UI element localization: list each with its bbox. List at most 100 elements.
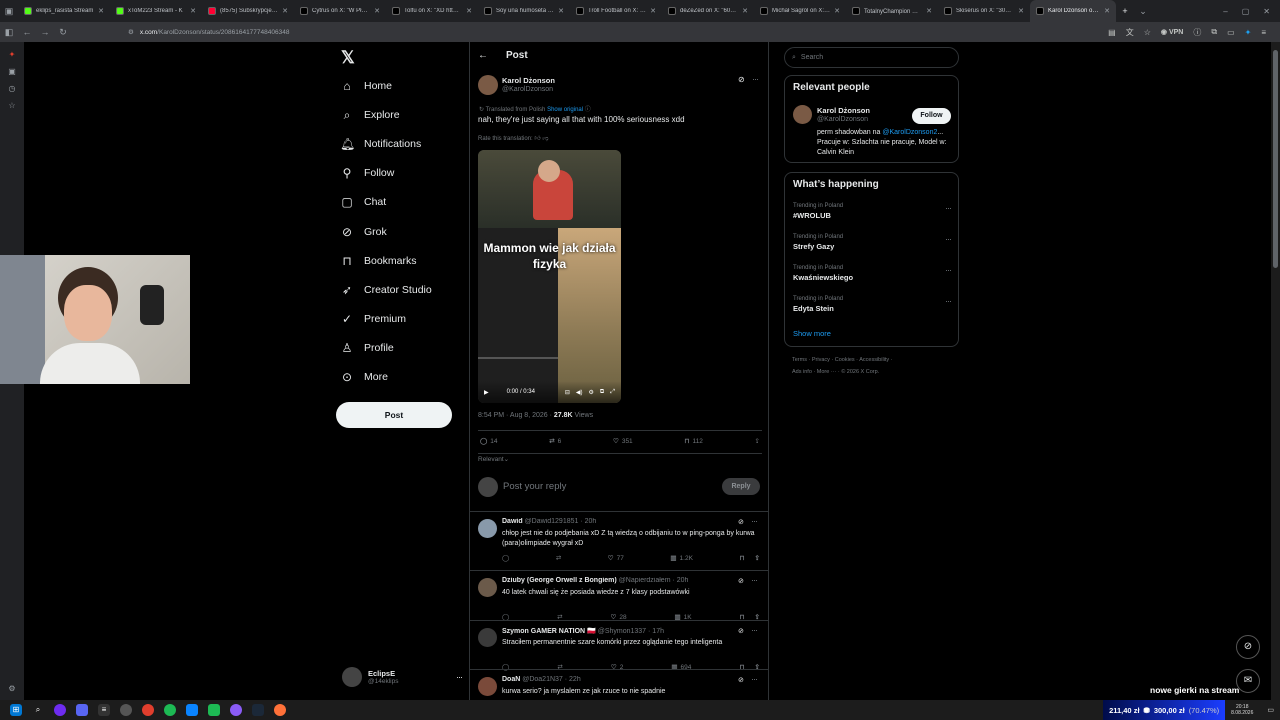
taskbar-search-icon[interactable]: ⌕ xyxy=(32,704,44,716)
browser-tab[interactable]: Tolfu on X: "XD https://t ✕ xyxy=(386,0,478,22)
sparkle-icon[interactable]: ✦ xyxy=(7,50,17,60)
tab-close-icon[interactable]: ✕ xyxy=(558,7,564,15)
info-icon[interactable]: ⓘ xyxy=(1193,27,1201,38)
reply-author[interactable]: Szymon GAMER NATION 🇵🇱 xyxy=(502,628,596,635)
tab-close-icon[interactable]: ✕ xyxy=(926,7,932,15)
tab-close-icon[interactable]: ✕ xyxy=(1104,7,1110,15)
author-name[interactable]: Karol Dżonson xyxy=(502,76,555,85)
side-settings-icon[interactable]: ⚙ xyxy=(7,684,17,694)
obs-icon[interactable] xyxy=(142,704,154,716)
messages-float-icon[interactable]: ✉ xyxy=(1236,669,1260,693)
sidebar-item-more[interactable]: ⊙ More xyxy=(340,370,388,384)
sidebar-item-profile[interactable]: ♙ Profile xyxy=(340,341,394,355)
notification-center-icon[interactable]: ▭ xyxy=(1267,706,1274,714)
footer-links-2[interactable]: Ads info · More ··· · © 2026 X Corp. xyxy=(792,369,879,375)
reply-author[interactable]: Dziuby (George Orwell z Bongiem) xyxy=(502,577,617,584)
site-info-icon[interactable]: ⚙ xyxy=(128,29,134,36)
reply-avatar[interactable] xyxy=(478,628,497,647)
video-settings-icon[interactable]: ⚙ xyxy=(589,389,594,396)
repost-action[interactable]: ⇄ 6 xyxy=(549,437,561,446)
author-handle[interactable]: @KarolDzonson xyxy=(502,86,553,93)
pip-icon[interactable]: ⧉ xyxy=(600,389,604,396)
fullscreen-icon[interactable]: ⤢ xyxy=(610,389,615,396)
extensions-icon[interactable]: ⧉ xyxy=(1211,27,1217,37)
reply-time[interactable]: · 22h xyxy=(565,676,581,683)
like-action[interactable]: ♡ 351 xyxy=(613,437,633,446)
grok-float-icon[interactable]: ⊘ xyxy=(1236,635,1260,659)
tweet-video[interactable]: Mammon wie jak działa fizyka ▶ 0:00 / 0:… xyxy=(478,150,621,403)
window-close-icon[interactable]: ✕ xyxy=(1263,7,1270,16)
thumbs-down-icon[interactable]: 👎︎ xyxy=(542,136,548,142)
reply-bookmark-icon[interactable]: ⊓ xyxy=(739,554,744,562)
browser-tab[interactable]: Karol Dżonson on X ✕ xyxy=(1030,0,1116,22)
account-more-icon[interactable]: ··· xyxy=(456,672,463,682)
tab-close-icon[interactable]: ✕ xyxy=(650,7,656,15)
reply-button[interactable]: Reply xyxy=(722,478,760,495)
sidebar-item-explore[interactable]: ⌕ Explore xyxy=(340,108,400,122)
browser-tab[interactable]: Cytrus on X: "W Płocku z ✕ xyxy=(294,0,386,22)
reply-views-action[interactable]: ▥ 1.2K xyxy=(670,554,693,563)
sidebar-item-home[interactable]: ⌂ Home xyxy=(340,79,392,93)
browser-tab[interactable]: Troll Football on X: "New✕ xyxy=(570,0,662,22)
reply-author[interactable]: Dawid xyxy=(502,518,523,525)
new-tab-button[interactable]: + xyxy=(1116,6,1134,16)
share-icon[interactable]: ⇪ xyxy=(755,437,760,445)
translation-info-icon[interactable]: ⓘ xyxy=(585,107,591,113)
footer-links[interactable]: Terms · Privacy · Cookies · Accessibilit… xyxy=(792,357,893,363)
tab-close-icon[interactable]: ✕ xyxy=(282,7,288,15)
volume-icon[interactable]: ◀) xyxy=(576,389,583,396)
reply-time[interactable]: · 17h xyxy=(648,628,664,635)
reply-handle[interactable]: @Shymon1337 xyxy=(598,628,646,635)
reply-avatar[interactable] xyxy=(478,519,497,538)
reply-more-icon[interactable]: ··· xyxy=(751,625,758,635)
show-original-link[interactable]: Show original xyxy=(547,107,583,113)
tweet-more-icon[interactable]: ··· xyxy=(752,74,759,84)
browser-menu-icon[interactable]: ▣ xyxy=(0,6,18,17)
discord-icon[interactable] xyxy=(76,704,88,716)
person-handle[interactable]: @KarolDzonson xyxy=(817,116,868,123)
trend-item[interactable]: Trending in Poland Kwaśniewskiego ··· xyxy=(793,265,952,282)
trend-more-icon[interactable]: ··· xyxy=(945,203,952,213)
author-avatar[interactable] xyxy=(478,75,498,95)
clock[interactable]: 20:18 8.08.2026 xyxy=(1231,704,1253,716)
sidebar-item-notifications[interactable]: 🔔︎ Notifications xyxy=(340,137,421,151)
reply-item[interactable]: Dawid @Dawid1291851 · 20h ⊘ ··· chłop je… xyxy=(470,511,768,570)
sidebar-item-follow[interactable]: ⚲ Follow xyxy=(340,166,395,180)
reply-time[interactable]: · 20h xyxy=(673,577,689,584)
reply-item[interactable]: Szymon GAMER NATION 🇵🇱 @Shymon1337 · 17h… xyxy=(470,620,768,671)
sidebar-item-creator-studio[interactable]: ➶ Creator Studio xyxy=(340,283,432,297)
spotify-icon[interactable] xyxy=(164,704,176,716)
wallet-side-icon[interactable]: ▣ xyxy=(7,67,17,77)
reply-reply-icon[interactable]: ◯ xyxy=(502,554,509,562)
bookmark-action[interactable]: ⊓ 112 xyxy=(684,437,702,446)
search-input[interactable]: ⌕ Search xyxy=(784,47,959,68)
reply-more-icon[interactable]: ··· xyxy=(751,575,758,585)
vpn-button[interactable]: ◉ VPN xyxy=(1161,28,1183,36)
page-scrollbar[interactable] xyxy=(1271,42,1280,700)
reply-avatar[interactable] xyxy=(478,578,497,597)
reply-item[interactable]: DoaN @Doa21N37 · 22h ⊘ ··· kurwa serio? … xyxy=(470,669,768,700)
browser-tab[interactable]: TotalnyChampion 😎🏁 ✕ xyxy=(846,0,938,22)
browser-tab[interactable]: (8575) Subskrypcje - You ✕ xyxy=(202,0,294,22)
play-icon[interactable]: ▶ xyxy=(484,389,489,396)
sidebar-item-premium[interactable]: ✓ Premium xyxy=(340,312,406,326)
browser-settings-icon[interactable]: ≡ xyxy=(1261,28,1266,37)
trend-more-icon[interactable]: ··· xyxy=(945,296,952,306)
reply-more-icon[interactable]: ··· xyxy=(751,674,758,684)
x-logo-icon[interactable]: 𝕏 xyxy=(341,48,355,68)
sort-dropdown[interactable]: Relevant⌄ xyxy=(478,455,509,463)
reload-icon[interactable]: ↻ xyxy=(54,27,72,38)
reply-handle[interactable]: @Doa21N37 xyxy=(522,676,563,683)
tab-close-icon[interactable]: ✕ xyxy=(374,7,380,15)
post-button[interactable]: Post xyxy=(336,402,452,428)
trend-item[interactable]: Trending in Poland Edyta Stein ··· xyxy=(793,296,952,313)
back-icon[interactable]: ← xyxy=(18,27,36,37)
show-more-link[interactable]: Show more xyxy=(793,329,831,338)
reply-handle[interactable]: @Napierdziałem xyxy=(619,577,671,584)
thumbs-up-icon[interactable]: 👍︎ xyxy=(534,136,540,142)
trend-more-icon[interactable]: ··· xyxy=(945,265,952,275)
taskbar-app-5-icon[interactable] xyxy=(230,704,242,716)
captions-icon[interactable]: ⊟ xyxy=(565,389,570,396)
taskbar-app-1-icon[interactable] xyxy=(54,704,66,716)
taskbar-app-2-icon[interactable] xyxy=(120,704,132,716)
